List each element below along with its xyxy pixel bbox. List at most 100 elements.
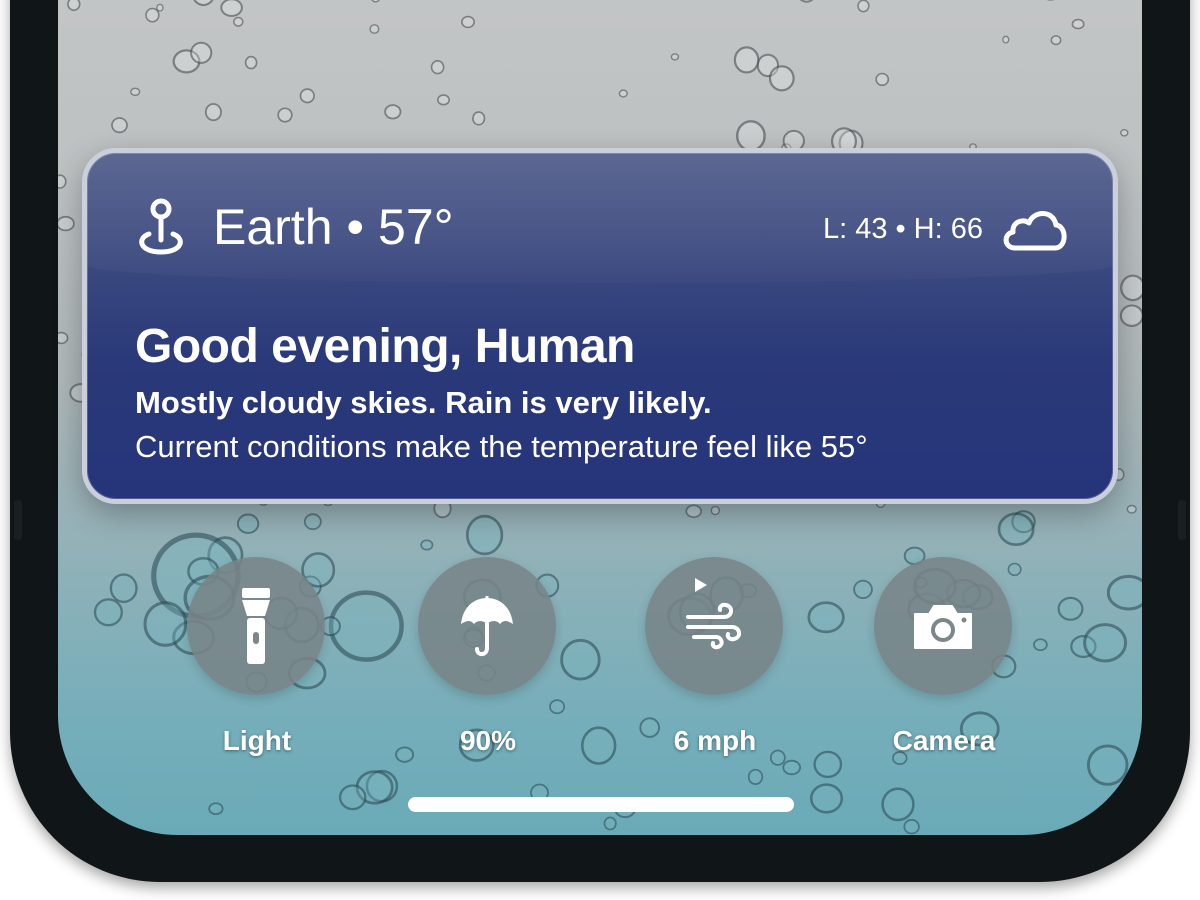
rain-drop [204,103,222,122]
rain-drop [338,784,367,811]
rain-drop [807,601,845,634]
rain-drop [58,174,67,189]
rain-drop [371,0,380,3]
rain-drop [193,0,214,7]
rain-drop [430,60,445,75]
low-temperature: L: 43 [823,212,888,245]
rain-chance-label: 90% [459,725,517,756]
rain-drop [1086,744,1129,786]
rain-drop [244,55,258,70]
rain-drop [1120,128,1129,137]
side-button-left [14,500,22,540]
rain-drop [233,16,244,27]
flashlight-label: Light [222,725,292,756]
rain-drop [799,0,814,3]
rain-drop [109,573,138,604]
camera-icon [914,605,972,649]
greeting-title: Good evening, Human [135,320,635,373]
rain-drop [782,759,801,776]
feels-like-text: Current conditions make the temperature … [135,429,868,464]
rain-drop [1120,274,1142,302]
rain-drop [145,7,160,23]
rain-drop [1057,596,1084,621]
rain-drop [303,513,322,531]
rain-drop [1002,35,1010,44]
rain-drop [58,331,69,345]
rain-drop [1083,623,1128,663]
rain-drop [560,638,601,681]
rain-drop [472,111,486,126]
rain-drop [236,513,260,534]
side-button-right [1178,500,1186,540]
rain-drop [420,539,434,551]
rain-drop [997,512,1035,547]
camera-button[interactable]: Camera [874,557,1014,756]
rain-drop [1033,638,1048,652]
rain-drop [93,598,123,627]
rain-drop [130,87,141,97]
wind-circle[interactable] [645,557,783,695]
rain-drop [670,53,680,61]
rain-drop [875,72,890,87]
rain-drop [768,65,795,92]
rain-drop [384,104,402,120]
rain-drop [881,787,915,822]
camera-circle[interactable] [874,557,1012,695]
rain-drop [733,46,760,74]
location-row: Earth • 57° [135,197,454,257]
rain-drop [208,802,224,816]
rain-drop [747,768,764,785]
rain-drop [1050,35,1062,46]
rain-drop [156,3,164,12]
rain-drop [277,107,293,123]
rain-chance-circle[interactable] [418,557,556,695]
current-temperature: 57° [378,199,454,255]
rain-drop [1126,504,1137,514]
rain-drop [903,819,920,835]
location-separator: • [346,199,365,255]
cloud-icon [1003,211,1067,251]
rain-chance-button[interactable]: 90% [418,557,558,756]
rain-drop [299,88,315,104]
rain-drop [736,120,766,152]
rain-drop [369,24,380,34]
rain-drop [549,699,566,715]
weather-widget[interactable]: Earth • 57° L: 43 • H: 66 Good evening, … [82,148,1118,504]
location-name: Earth [213,199,333,255]
high-temperature: H: 66 [913,212,983,245]
flashlight-circle[interactable] [187,557,325,695]
rain-drop [710,505,720,516]
rain-drop [1071,18,1085,30]
flashlight-button[interactable]: Light [187,557,327,756]
location-pin-icon [139,198,183,255]
rain-drop [853,579,873,600]
high-low-separator: • [895,212,906,245]
rain-drop [603,816,617,831]
rain-drop [190,41,213,64]
forecast-summary: Mostly cloudy skies. Rain is very likely… [135,385,712,420]
play-arrow-icon [695,578,707,592]
rain-drop [143,601,188,647]
rain-drop [58,215,75,232]
wind-button[interactable]: 6 mph [645,557,785,756]
flashlight-icon [242,588,270,664]
rain-drop [1106,574,1142,611]
rain-drop [220,0,243,17]
rain-drop [809,783,844,814]
camera-label: Camera [892,725,996,756]
rain-drop [465,514,504,556]
high-low-row: L: 43 • H: 66 [823,203,1069,255]
rain-drop [857,0,870,13]
rain-drop [111,117,128,134]
umbrella-icon [461,596,513,657]
rain-drop [618,89,628,98]
wind-label: 6 mph [673,725,757,756]
rain-drop [67,0,81,11]
rain-drop [436,94,450,106]
rain-drop [328,590,404,662]
rain-drop [460,15,475,29]
rain-drop [685,504,702,518]
rain-drop [1119,304,1142,327]
home-indicator[interactable] [408,797,794,812]
wind-icon [686,602,741,650]
